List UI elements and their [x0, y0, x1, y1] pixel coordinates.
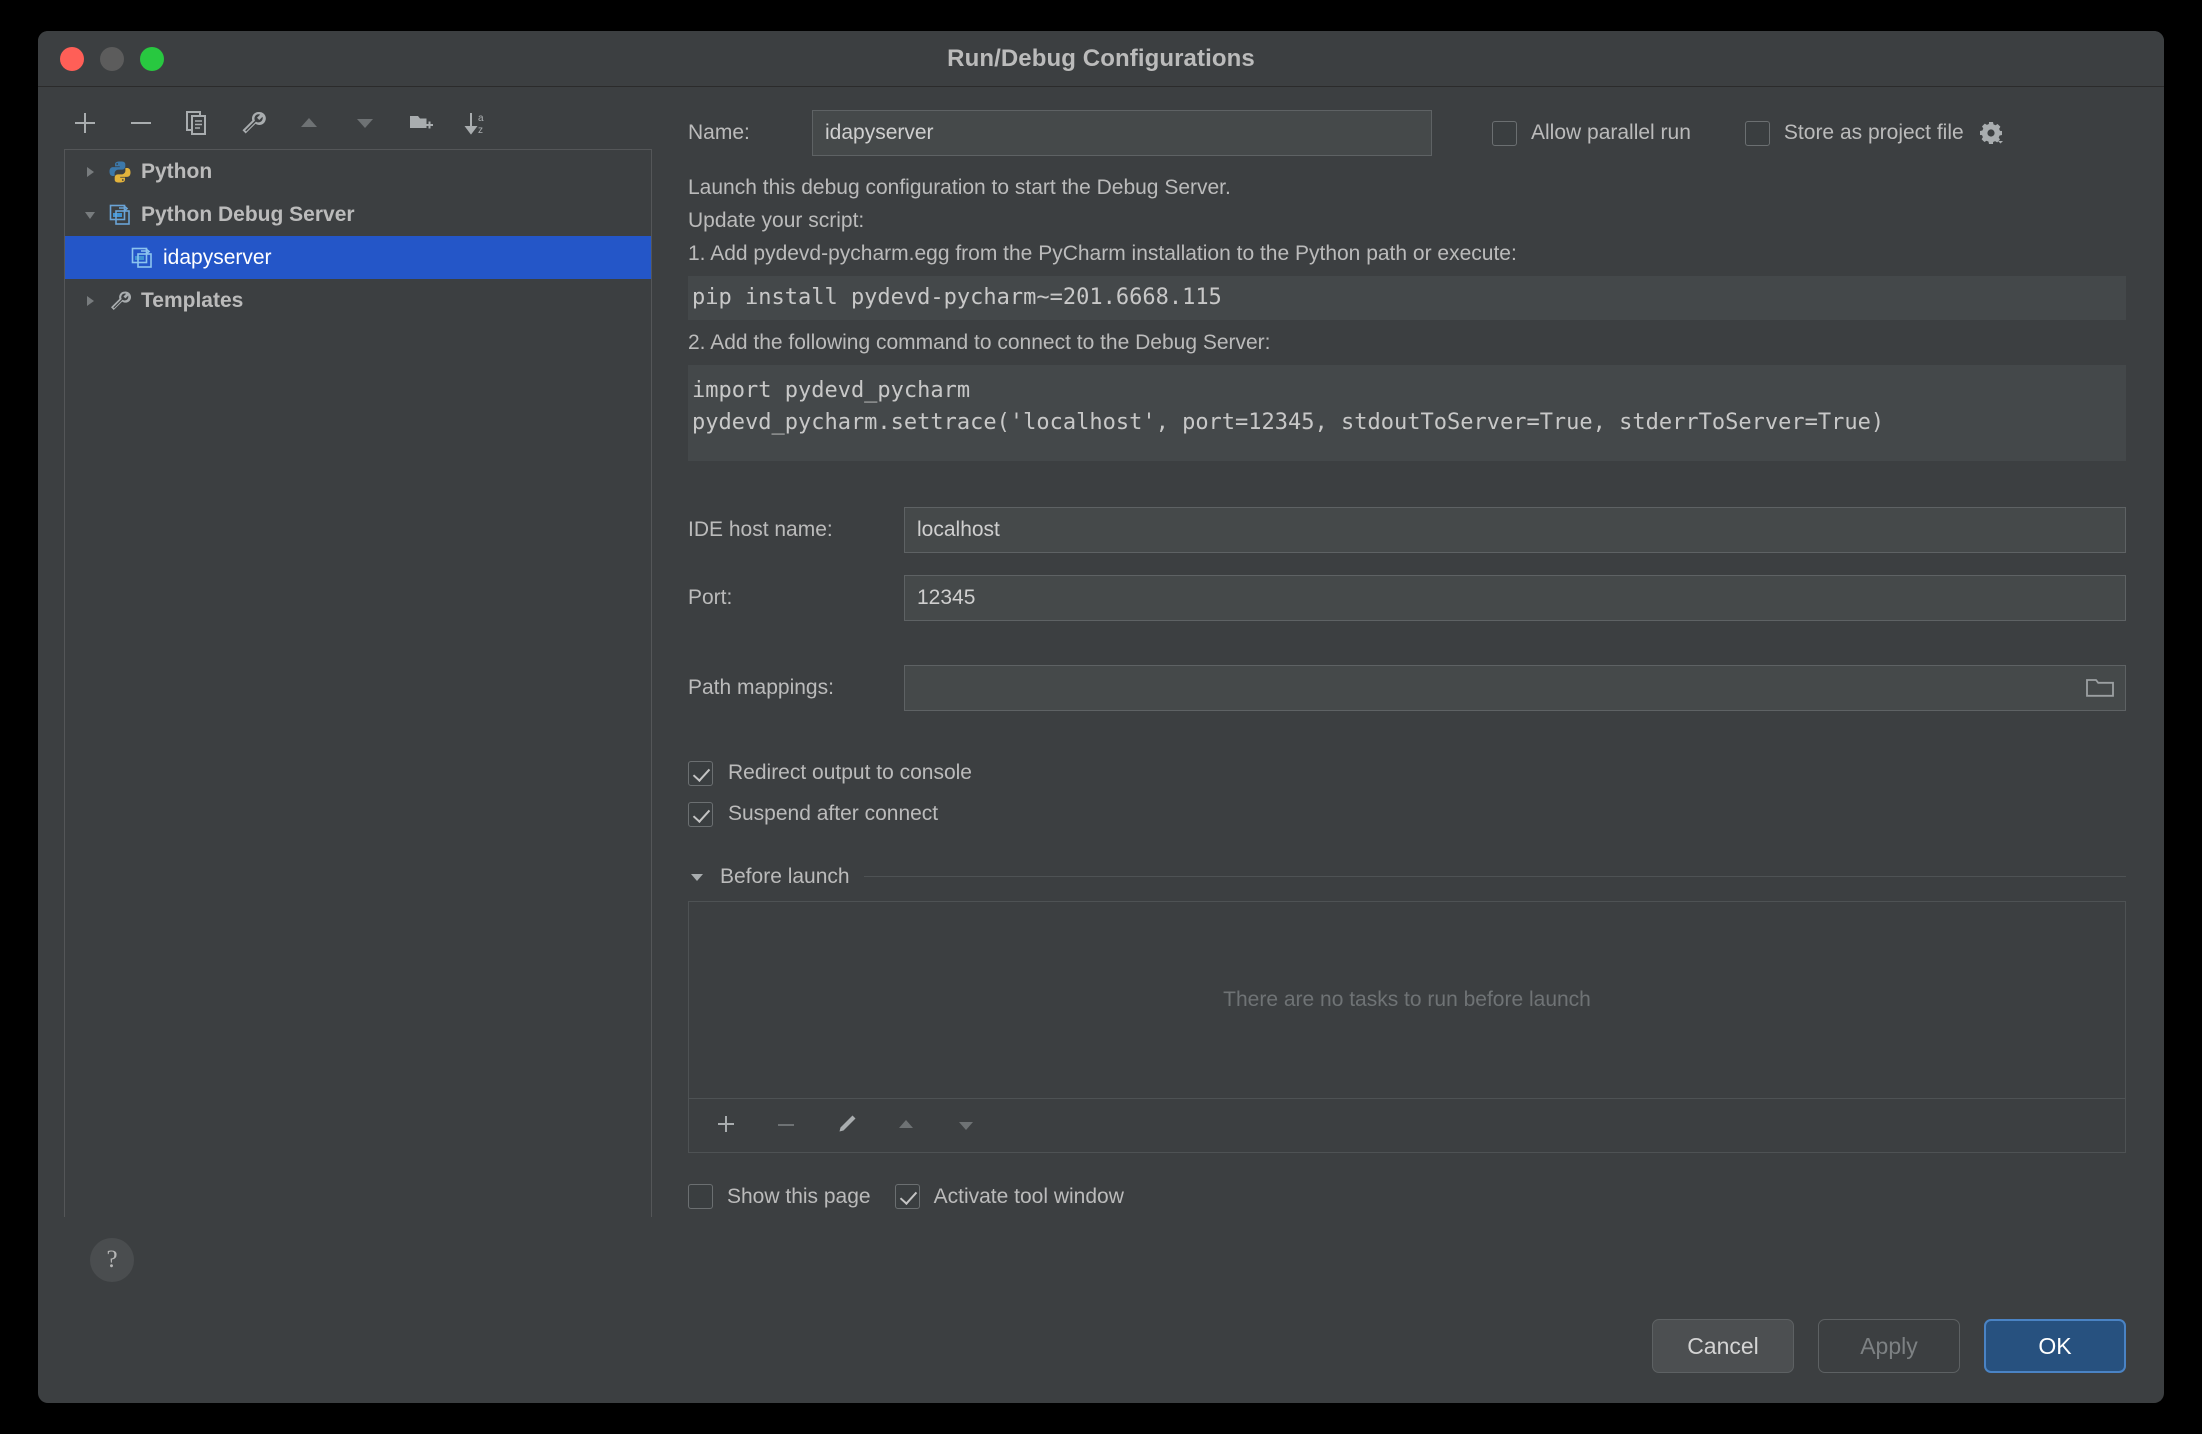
name-input[interactable]: idapyserver	[812, 110, 1432, 156]
svg-text:a: a	[478, 113, 484, 124]
name-label: Name:	[688, 121, 812, 145]
wrench-icon	[105, 289, 135, 313]
dialog-body: a z Python	[38, 87, 2164, 1303]
activate-tool-window-option[interactable]: Activate tool window	[895, 1184, 1124, 1209]
configurations-toolbar: a z	[38, 97, 678, 149]
name-row: Name: idapyserver Allow parallel run Sto…	[688, 107, 2126, 159]
allow-parallel-run-checkbox[interactable]	[1492, 121, 1517, 146]
dialog-footer: Cancel Apply OK	[38, 1303, 2164, 1403]
edit-task-button[interactable]	[825, 1106, 867, 1144]
chevron-down-icon[interactable]	[75, 207, 105, 223]
python-icon	[105, 160, 135, 184]
collapse-triangle-icon[interactable]	[688, 868, 706, 886]
ide-host-label: IDE host name:	[688, 518, 904, 542]
path-mappings-input[interactable]	[904, 665, 2126, 711]
tree-item-python[interactable]: Python	[65, 150, 651, 193]
before-launch-toolbar	[688, 1099, 2126, 1153]
help-button[interactable]: ?	[90, 1238, 134, 1282]
cancel-button[interactable]: Cancel	[1652, 1319, 1794, 1373]
empty-task-message: There are no tasks to run before launch	[1223, 988, 1591, 1012]
tree-item-label: Python	[141, 161, 212, 182]
sort-configurations-button[interactable]: a z	[454, 102, 500, 144]
settrace-code[interactable]: import pydevd_pycharm pydevd_pycharm.set…	[688, 365, 2126, 461]
redirect-output-option[interactable]: Redirect output to console	[688, 753, 2126, 794]
pip-install-code[interactable]: pip install pydevd-pycharm~=201.6668.115	[688, 276, 2126, 320]
move-task-down-button[interactable]	[945, 1106, 987, 1144]
before-launch-task-list[interactable]: There are no tasks to run before launch	[688, 901, 2126, 1099]
tree-item-idapyserver[interactable]: idapyserver	[65, 236, 651, 279]
allow-parallel-run-option[interactable]: Allow parallel run	[1492, 121, 1691, 146]
add-task-button[interactable]	[705, 1106, 747, 1144]
port-input[interactable]: 12345	[904, 575, 2126, 621]
window-title: Run/Debug Configurations	[38, 45, 2164, 73]
store-as-project-file-option[interactable]: Store as project file	[1745, 120, 2004, 146]
tree-item-templates[interactable]: Templates	[65, 279, 651, 322]
svg-text:z: z	[478, 125, 483, 136]
path-mappings-row: Path mappings:	[688, 665, 2126, 711]
suspend-after-connect-option[interactable]: Suspend after connect	[688, 794, 2126, 835]
tree-item-label: idapyserver	[163, 247, 272, 268]
instruction-line-2: Update your script:	[688, 204, 2126, 237]
before-launch-title: Before launch	[720, 865, 850, 889]
show-this-page-label: Show this page	[727, 1185, 871, 1209]
redirect-output-checkbox[interactable]	[688, 761, 713, 786]
suspend-after-connect-checkbox[interactable]	[688, 802, 713, 827]
chevron-right-icon[interactable]	[75, 164, 105, 180]
before-launch-divider	[864, 876, 2126, 877]
create-folder-button[interactable]	[398, 102, 444, 144]
before-launch-header[interactable]: Before launch	[688, 865, 2126, 889]
show-this-page-option[interactable]: Show this page	[688, 1184, 871, 1209]
edit-templates-button[interactable]	[230, 102, 276, 144]
minimize-window-button[interactable]	[100, 47, 124, 71]
debug-server-icon	[127, 246, 157, 270]
close-window-button[interactable]	[60, 47, 84, 71]
debug-server-icon	[105, 203, 135, 227]
tree-item-label: Python Debug Server	[141, 204, 355, 225]
top-options: Allow parallel run Store as project file	[1492, 120, 2004, 146]
show-this-page-checkbox[interactable]	[688, 1184, 713, 1209]
suspend-after-connect-label: Suspend after connect	[728, 802, 938, 826]
run-debug-configurations-dialog: Run/Debug Configurations	[38, 31, 2164, 1403]
store-as-project-file-label: Store as project file	[1784, 121, 1964, 145]
chevron-right-icon[interactable]	[75, 293, 105, 309]
instruction-line-1: Launch this debug configuration to start…	[688, 171, 2126, 204]
window-controls	[60, 47, 164, 71]
bottom-options: Show this page Activate tool window	[688, 1175, 2126, 1219]
maximize-window-button[interactable]	[140, 47, 164, 71]
activate-tool-window-checkbox[interactable]	[895, 1184, 920, 1209]
browse-folder-icon[interactable]	[2083, 673, 2117, 703]
add-button[interactable]	[62, 102, 108, 144]
redirect-output-label: Redirect output to console	[728, 761, 972, 785]
port-label: Port:	[688, 586, 904, 610]
configurations-tree[interactable]: Python Python Debug Server	[64, 149, 652, 1217]
gear-icon[interactable]	[1978, 120, 2004, 146]
instruction-step-2: 2. Add the following command to connect …	[688, 326, 2126, 359]
ok-button[interactable]: OK	[1984, 1319, 2126, 1373]
ide-host-input[interactable]: localhost	[904, 507, 2126, 553]
configuration-form: Name: idapyserver Allow parallel run Sto…	[678, 87, 2164, 1303]
instructions: Launch this debug configuration to start…	[688, 171, 2126, 270]
apply-button[interactable]: Apply	[1818, 1319, 1960, 1373]
activate-tool-window-label: Activate tool window	[934, 1185, 1124, 1209]
tree-item-python-debug-server[interactable]: Python Debug Server	[65, 193, 651, 236]
instruction-line-4: 2. Add the following command to connect …	[688, 326, 2126, 359]
move-down-button[interactable]	[342, 102, 388, 144]
configurations-pane: a z Python	[38, 87, 678, 1303]
path-mappings-label: Path mappings:	[688, 676, 904, 700]
copy-configuration-button[interactable]	[174, 102, 220, 144]
port-row: Port: 12345	[688, 575, 2126, 621]
title-bar: Run/Debug Configurations	[38, 31, 2164, 87]
remove-task-button[interactable]	[765, 1106, 807, 1144]
instruction-line-3: 1. Add pydevd-pycharm.egg from the PyCha…	[688, 237, 2126, 270]
store-as-project-file-checkbox[interactable]	[1745, 121, 1770, 146]
tree-item-label: Templates	[141, 290, 243, 311]
remove-button[interactable]	[118, 102, 164, 144]
allow-parallel-run-label: Allow parallel run	[1531, 121, 1691, 145]
move-task-up-button[interactable]	[885, 1106, 927, 1144]
ide-host-row: IDE host name: localhost	[688, 507, 2126, 553]
move-up-button[interactable]	[286, 102, 332, 144]
help-area: ?	[38, 1217, 678, 1303]
debug-options: Redirect output to console Suspend after…	[688, 753, 2126, 835]
